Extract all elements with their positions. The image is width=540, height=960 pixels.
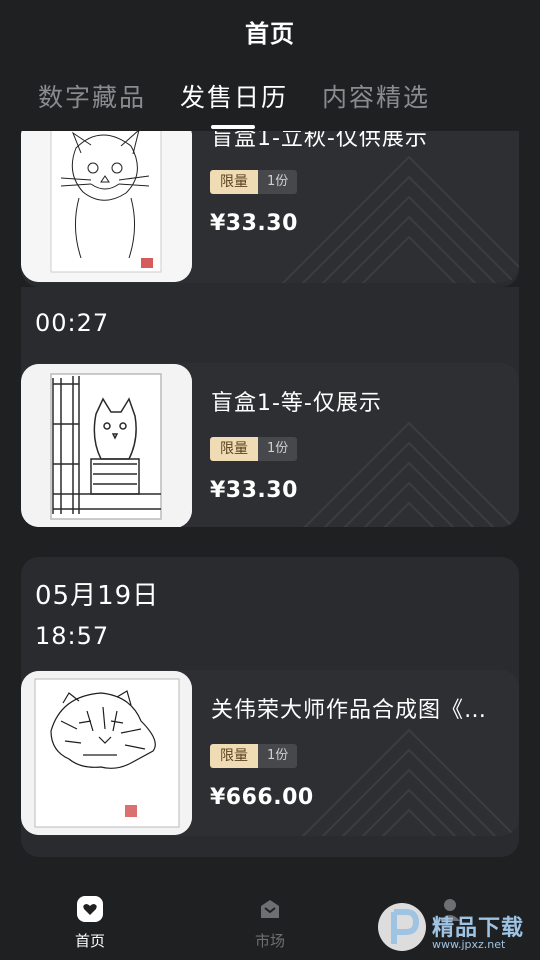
- market-box-icon: [261, 900, 279, 918]
- collection-image: [21, 671, 192, 835]
- limited-tag: 限量: [210, 170, 258, 194]
- release-time: 18:57: [35, 622, 110, 650]
- tab-featured-content[interactable]: 内容精选: [322, 78, 430, 114]
- tab-release-calendar[interactable]: 发售日历: [180, 78, 288, 114]
- limited-tag: 限量: [210, 744, 258, 768]
- release-group: 盲盒1-立秋-仅供展示 限量 1份 ¥33.30: [21, 131, 519, 287]
- nav-home-label: 首页: [74, 932, 105, 950]
- collection-title: 关伟荣大师作品合成图《威…: [211, 698, 506, 723]
- collection-card[interactable]: 关伟荣大师作品合成图《威… 限量 1份 ¥666.00: [21, 670, 519, 836]
- quantity-tag: 1份: [258, 437, 298, 461]
- card-pattern-decoration: [281, 155, 519, 283]
- release-group: 05月19日 18:57 关伟荣大师作品合成图《威… 限量 1份 ¥666.00: [21, 557, 519, 857]
- collection-card[interactable]: 盲盒1-等-仅展示 限量 1份 ¥33.30: [21, 363, 519, 527]
- tab-digital-collections[interactable]: 数字藏品: [38, 78, 146, 114]
- quantity-tag: 1份: [258, 170, 298, 194]
- collection-image: [21, 131, 192, 282]
- release-group-header: 05月19日 18:57: [21, 557, 519, 650]
- release-group-header: 00:27: [21, 287, 519, 337]
- nav-home[interactable]: 首页: [50, 894, 130, 951]
- limited-tag: 限量: [210, 437, 258, 461]
- tag-group: 限量 1份: [210, 437, 298, 461]
- collection-image: [21, 364, 192, 527]
- collection-card[interactable]: 盲盒1-立秋-仅供展示 限量 1份 ¥33.30: [21, 131, 519, 283]
- watermark-url: www.jpxz.net: [432, 938, 506, 951]
- active-tab-indicator: [211, 125, 255, 129]
- home-heart-icon: [77, 896, 103, 922]
- collection-title: 盲盒1-等-仅展示: [211, 391, 382, 416]
- collection-price: ¥666.00: [210, 785, 314, 810]
- tag-group: 限量 1份: [210, 170, 298, 194]
- quantity-tag: 1份: [258, 744, 298, 768]
- release-date: 05月19日: [35, 581, 160, 611]
- collection-title: 盲盒1-立秋-仅供展示: [211, 131, 428, 151]
- tab-bar: 数字藏品 发售日历 内容精选: [38, 78, 430, 114]
- nav-market-label: 市场: [254, 932, 285, 950]
- collection-price: ¥33.30: [210, 211, 298, 236]
- release-group: 00:27 盲盒1-等-仅展示 限量 1份 ¥33.30: [21, 287, 519, 527]
- tag-group: 限量 1份: [210, 744, 298, 768]
- release-time: 00:27: [35, 309, 110, 337]
- collection-price: ¥33.30: [210, 478, 298, 503]
- release-feed[interactable]: 盲盒1-立秋-仅供展示 限量 1份 ¥33.30 00:27 盲盒1-等-仅展示…: [0, 131, 540, 871]
- page-title: 首页: [245, 20, 295, 48]
- nav-market[interactable]: 市场: [230, 894, 310, 951]
